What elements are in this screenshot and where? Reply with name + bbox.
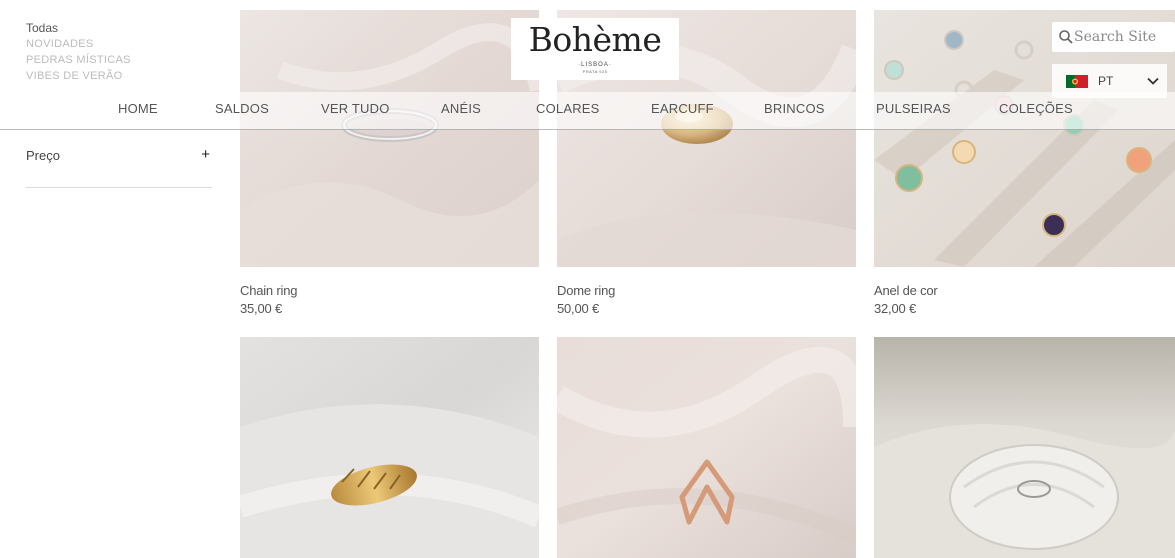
nav-item-earcuff[interactable]: EARCUFF xyxy=(651,101,714,116)
category-link-novidades[interactable]: NOVIDADES xyxy=(26,36,212,52)
site-search xyxy=(1052,22,1175,52)
nav-item-home[interactable]: HOME xyxy=(118,101,158,116)
category-link-vibes-de-verao[interactable]: VIBES DE VERÃO xyxy=(26,68,212,84)
product-price: 32,00 € xyxy=(874,301,916,316)
language-selector[interactable]: PT xyxy=(1052,64,1167,98)
nav-item-pulseiras[interactable]: PULSEIRAS xyxy=(876,101,951,116)
nav-item-saldos[interactable]: SALDOS xyxy=(215,101,269,116)
product-name[interactable]: Chain ring xyxy=(240,283,297,298)
search-input[interactable] xyxy=(1074,28,1172,46)
product-image-wave-ring[interactable] xyxy=(557,337,856,558)
category-link-pedras-misticas[interactable]: PEDRAS MÍSTICAS xyxy=(26,52,212,68)
nav-item-brincos[interactable]: BRINCOS xyxy=(764,101,825,116)
category-sidebar: Todas NOVIDADES PEDRAS MÍSTICAS VIBES DE… xyxy=(26,20,212,84)
expand-plus-icon[interactable]: + xyxy=(201,146,210,163)
nav-item-colecoes[interactable]: COLEÇÕES xyxy=(999,101,1073,116)
product-price: 35,00 € xyxy=(240,301,282,316)
product-image-gold-twist-ring[interactable] xyxy=(240,337,539,558)
nav-item-ver-tudo[interactable]: VER TUDO xyxy=(321,101,390,116)
price-filter[interactable]: Preço + xyxy=(26,146,212,188)
price-filter-label: Preço xyxy=(26,148,60,163)
chevron-down-icon xyxy=(1147,77,1159,85)
category-link-all[interactable]: Todas xyxy=(26,20,212,36)
product-name[interactable]: Dome ring xyxy=(557,283,615,298)
product-image-shell-dish-ring[interactable] xyxy=(874,337,1175,558)
product-image-chain-ring[interactable] xyxy=(240,10,539,267)
product-price: 50,00 € xyxy=(557,301,599,316)
brand-logo[interactable]: Bohème ·LISBOA· PRATA 925 xyxy=(511,18,679,80)
logo-tagline: ·LISBOA· xyxy=(578,62,612,68)
logo-wordmark: Bohème xyxy=(528,20,662,59)
nav-item-aneis[interactable]: ANÉIS xyxy=(441,101,481,116)
portugal-flag-icon xyxy=(1066,75,1088,88)
search-icon[interactable] xyxy=(1058,29,1074,45)
product-name[interactable]: Anel de cor xyxy=(874,283,938,298)
language-code: PT xyxy=(1098,74,1114,88)
logo-subline: PRATA 925 xyxy=(582,69,608,74)
nav-item-colares[interactable]: COLARES xyxy=(536,101,600,116)
